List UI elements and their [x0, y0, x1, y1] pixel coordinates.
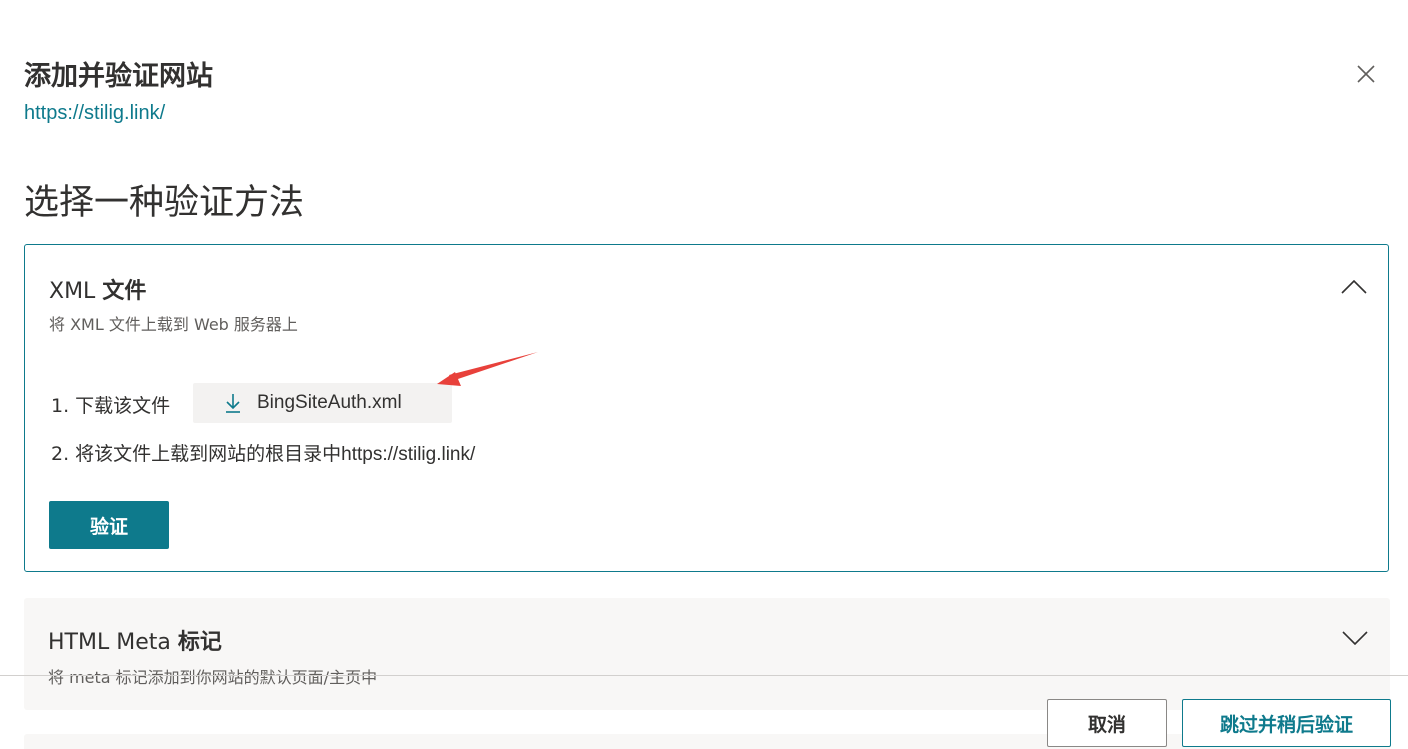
site-url-link[interactable]: https://stilig.link/ — [24, 102, 165, 125]
method-card-html-meta[interactable]: HTML Meta 标记 将 meta 标记添加到你网站的默认页面/主页中 — [24, 598, 1390, 710]
method-title-prefix: XML — [49, 279, 96, 304]
footer-divider — [0, 675, 1408, 676]
method-title-prefix: HTML Meta — [48, 630, 171, 655]
step-2-label: 2. 将该文件上载到网站的根目录中https://stilig.link/ — [51, 439, 475, 466]
step-2-url: https://stilig.link/ — [341, 444, 476, 465]
method-title-bold: 文件 — [102, 279, 147, 304]
expand-toggle[interactable] — [1339, 626, 1371, 650]
chevron-up-icon — [1341, 280, 1367, 294]
method-subtitle: 将 meta 标记添加到你网站的默认页面/主页中 — [48, 668, 378, 687]
verify-button[interactable]: 验证 — [49, 501, 169, 549]
dialog-title: 添加并验证网站 — [24, 61, 213, 92]
skip-verify-later-button[interactable]: 跳过并稍后验证 — [1182, 699, 1391, 747]
collapse-toggle[interactable] — [1338, 275, 1370, 299]
cancel-button[interactable]: 取消 — [1047, 699, 1167, 747]
close-icon — [1357, 65, 1375, 83]
method-title-bold: 标记 — [177, 630, 222, 655]
method-card-xml-file: XML 文件 将 XML 文件上载到 Web 服务器上 1. 下载该文件 Bin… — [24, 244, 1389, 572]
section-heading: 选择一种验证方法 — [24, 183, 305, 223]
method-title: HTML Meta 标记 — [48, 624, 222, 656]
method-subtitle: 将 XML 文件上载到 Web 服务器上 — [49, 315, 298, 334]
step-2-text: 2. 将该文件上载到网站的根目录中 — [51, 443, 342, 465]
add-verify-site-dialog: 添加并验证网站 https://stilig.link/ 选择一种验证方法 XM… — [0, 0, 1408, 749]
method-title: XML 文件 — [49, 273, 146, 305]
download-icon — [223, 392, 243, 414]
step-1-label: 1. 下载该文件 — [51, 395, 171, 417]
download-file-button[interactable]: BingSiteAuth.xml — [193, 383, 452, 423]
chevron-down-icon — [1342, 631, 1368, 645]
download-file-name: BingSiteAuth.xml — [257, 392, 402, 413]
close-button[interactable] — [1350, 58, 1382, 90]
